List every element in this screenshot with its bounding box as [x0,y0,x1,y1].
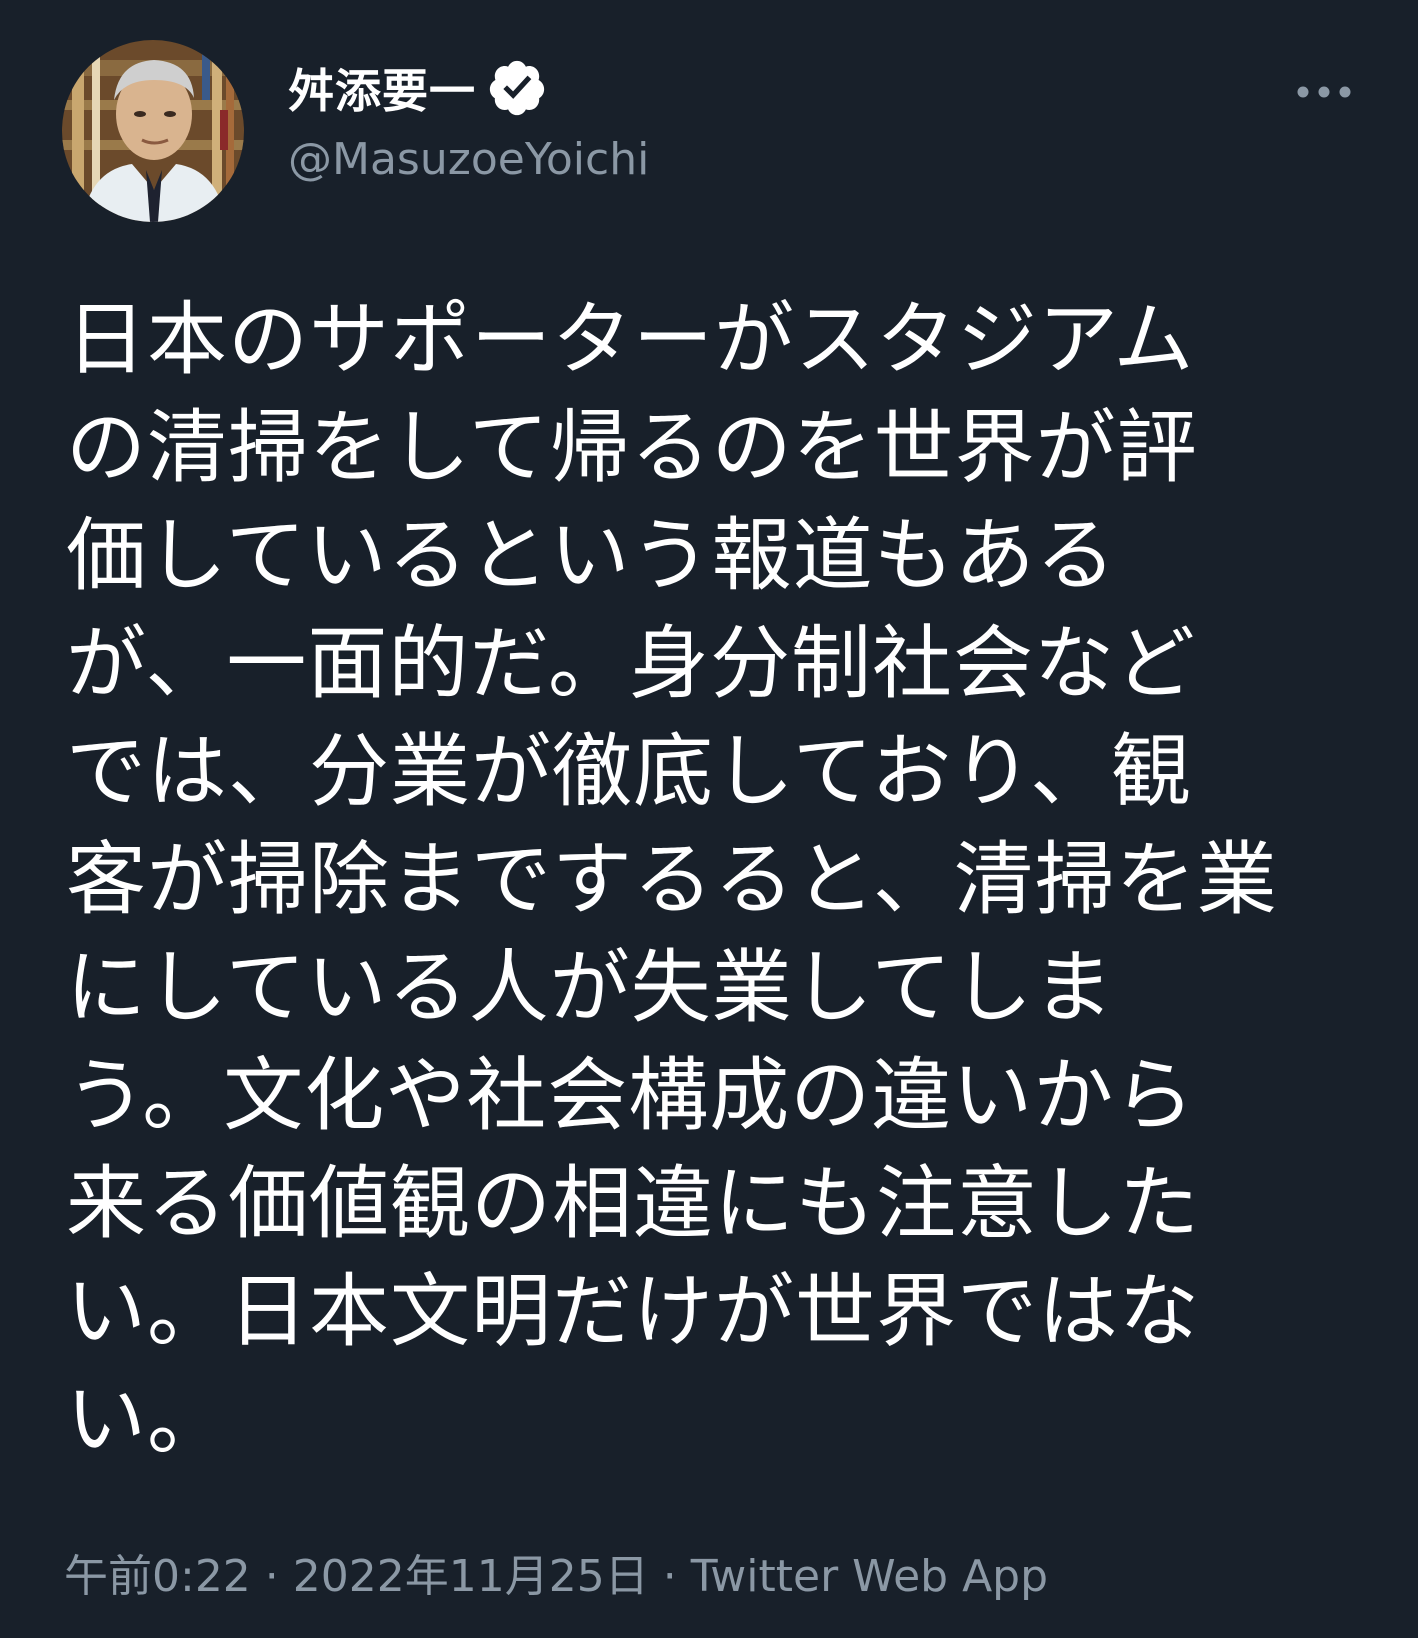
tweet-metadata: 午前0:22 · 2022年11月25日 · Twitter Web App [64,1540,1048,1604]
tweet-source[interactable]: Twitter Web App [691,1551,1048,1602]
handle[interactable]: @MasuzoeYoichi [288,134,649,185]
separator: · [648,1551,691,1602]
tweet-card: 舛添要一 @MasuzoeYoichi 日本のサポーターがスタジアム の清掃をし… [0,0,1418,1638]
avatar-photo [62,40,244,222]
tweet-text: 日本のサポーターがスタジアム の清掃をして帰るのを世界が評 価しているという報道… [66,293,1278,1466]
separator: · [250,1551,293,1602]
display-name[interactable]: 舛添要一 [288,55,476,121]
tweet-date[interactable]: 2022年11月25日 [293,1551,649,1602]
tweet-time[interactable]: 午前0:22 [64,1551,251,1602]
avatar[interactable] [62,40,244,222]
name-row: 舛添要一 [288,52,548,124]
verified-badge-icon [486,57,548,119]
more-options-icon[interactable] [1288,70,1360,114]
